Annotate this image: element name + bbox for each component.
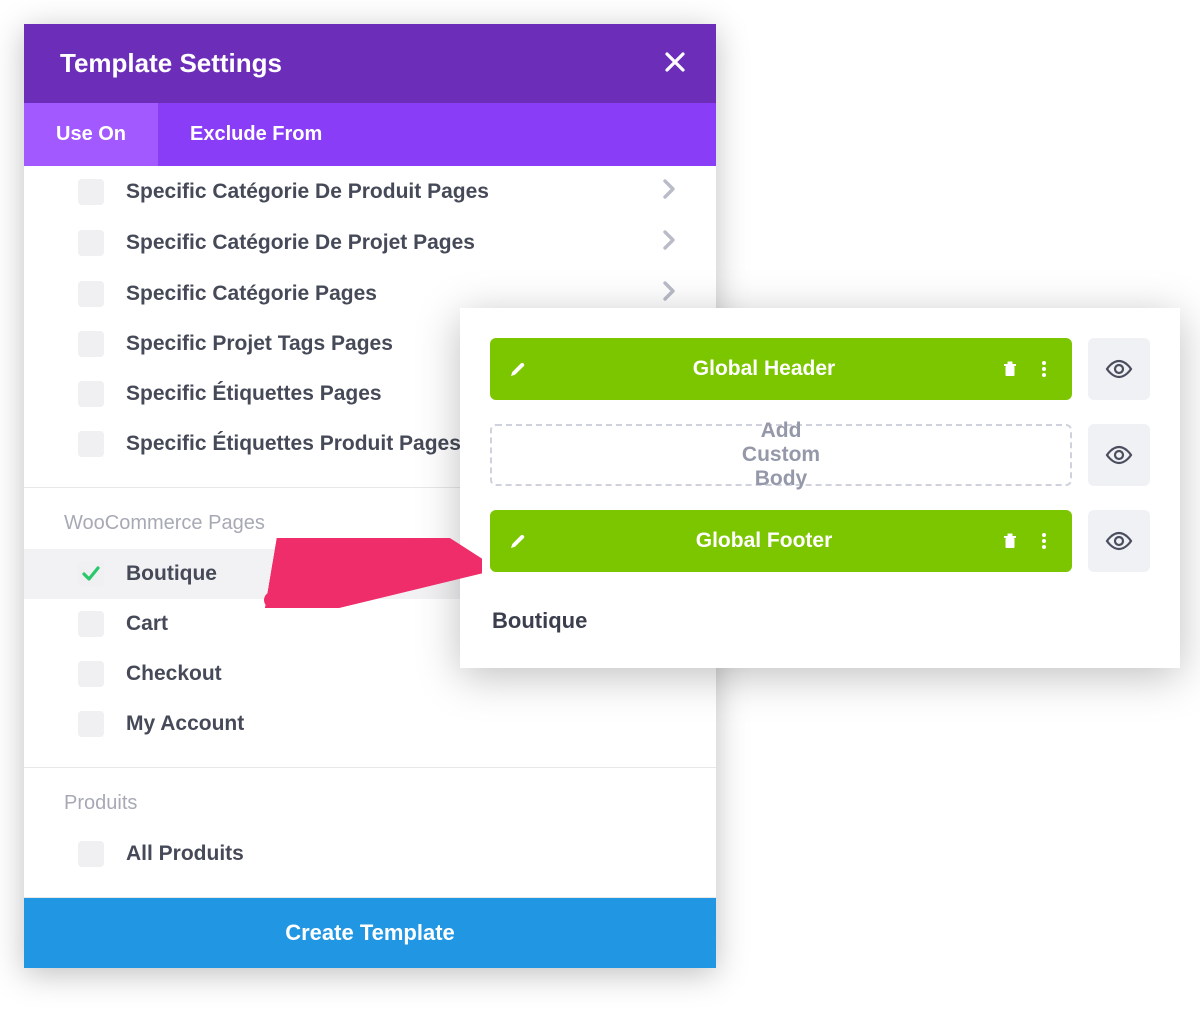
eye-icon xyxy=(1105,445,1133,465)
tab-use-on[interactable]: Use On xyxy=(24,103,158,166)
list-item[interactable]: My Account xyxy=(24,699,716,749)
pencil-icon[interactable] xyxy=(508,531,528,551)
item-label: Specific Catégorie Pages xyxy=(126,282,640,306)
pencil-icon[interactable] xyxy=(508,359,528,379)
list-item[interactable]: Specific Catégorie De Produit Pages xyxy=(24,166,716,217)
checkbox[interactable] xyxy=(78,611,104,637)
more-icon[interactable] xyxy=(1034,359,1054,379)
panel-row-body: Add Custom Body xyxy=(490,424,1150,486)
item-label: Specific Catégorie De Projet Pages xyxy=(126,231,640,255)
preview-button[interactable] xyxy=(1088,424,1150,486)
close-icon[interactable] xyxy=(664,50,686,78)
checkbox[interactable] xyxy=(78,281,104,307)
modal-tabs: Use On Exclude From xyxy=(24,103,716,166)
checkbox[interactable] xyxy=(78,711,104,737)
checkbox-checked[interactable] xyxy=(78,561,104,587)
checkbox[interactable] xyxy=(78,331,104,357)
panel-caption: Boutique xyxy=(490,596,1150,638)
preview-button[interactable] xyxy=(1088,338,1150,400)
modal-header: Template Settings xyxy=(24,24,716,103)
eye-icon xyxy=(1105,531,1133,551)
item-label: Specific Catégorie De Produit Pages xyxy=(126,180,640,204)
template-areas-panel: Global Header Add Custom Body Global Foo… xyxy=(460,308,1180,668)
bar-title: Global Footer xyxy=(542,529,986,553)
tab-exclude-from[interactable]: Exclude From xyxy=(158,103,354,166)
modal-title: Template Settings xyxy=(60,48,282,79)
list-item[interactable]: All Produits xyxy=(24,829,716,879)
preview-button[interactable] xyxy=(1088,510,1150,572)
eye-icon xyxy=(1105,359,1133,379)
global-header-bar[interactable]: Global Header xyxy=(490,338,1072,400)
item-label: My Account xyxy=(126,712,676,736)
check-icon xyxy=(82,565,100,583)
more-icon[interactable] xyxy=(1034,531,1054,551)
add-custom-body-bar[interactable]: Add Custom Body xyxy=(490,424,1072,486)
bar-title: Global Header xyxy=(542,357,986,381)
section-header: Produits xyxy=(24,768,716,829)
chevron-right-icon xyxy=(662,178,676,205)
checkbox[interactable] xyxy=(78,431,104,457)
trash-icon[interactable] xyxy=(1000,531,1020,551)
checkbox[interactable] xyxy=(78,841,104,867)
modal-footer: Create Template xyxy=(24,898,716,968)
checkbox[interactable] xyxy=(78,381,104,407)
trash-icon[interactable] xyxy=(1000,359,1020,379)
panel-row-header: Global Header xyxy=(490,338,1150,400)
checkbox[interactable] xyxy=(78,230,104,256)
item-label: All Produits xyxy=(126,842,676,866)
chevron-right-icon xyxy=(662,229,676,256)
produits-section: Produits All Produits xyxy=(24,768,716,898)
checkbox[interactable] xyxy=(78,661,104,687)
bar-title: Add Custom Body xyxy=(742,419,820,491)
list-item[interactable]: Specific Catégorie De Projet Pages xyxy=(24,217,716,268)
panel-row-footer: Global Footer xyxy=(490,510,1150,572)
chevron-right-icon xyxy=(662,280,676,307)
checkbox[interactable] xyxy=(78,179,104,205)
global-footer-bar[interactable]: Global Footer xyxy=(490,510,1072,572)
create-template-button[interactable]: Create Template xyxy=(24,898,716,968)
